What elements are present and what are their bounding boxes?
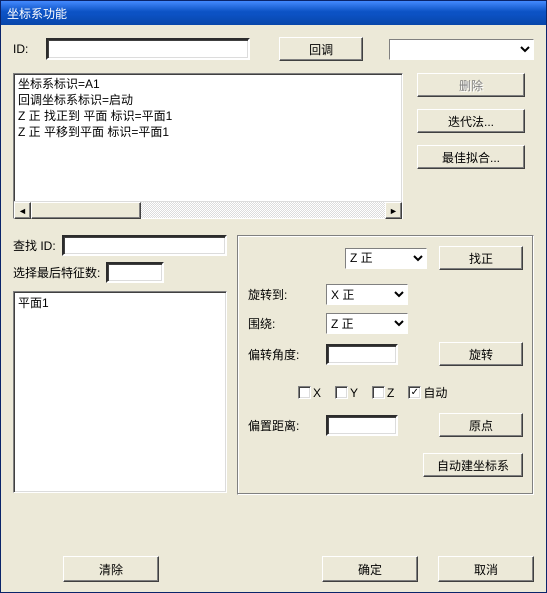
cb-x[interactable]: X — [298, 386, 321, 400]
axis-groupbox: Z 正 找正 旋转到: X 正 围绕: Z — [237, 235, 534, 495]
iterate-button-label: 迭代法... — [448, 113, 494, 130]
find-id-input[interactable] — [62, 235, 227, 256]
recall-button[interactable]: 回调 — [279, 37, 363, 61]
rotate-button[interactable]: 旋转 — [439, 342, 523, 366]
cb-auto-label: 自动 — [423, 384, 447, 401]
cb-x-label: X — [313, 386, 321, 400]
feature-listbox[interactable]: 平面1 — [13, 291, 227, 493]
checkbox-icon — [335, 386, 348, 399]
last-feat-label: 选择最后特征数: — [13, 264, 100, 281]
autocs-button-label: 自动建坐标系 — [437, 457, 509, 474]
list-item[interactable]: 平面1 — [18, 294, 222, 311]
cb-y[interactable]: Y — [335, 386, 358, 400]
find-id-label: 查找 ID: — [13, 237, 56, 254]
bestfit-button[interactable]: 最佳拟合... — [417, 145, 525, 169]
id-input[interactable] — [46, 38, 250, 60]
delete-button-label: 删除 — [459, 77, 483, 94]
log-hscrollbar[interactable]: ◄ ► — [14, 201, 402, 218]
cb-z-label: Z — [387, 386, 394, 400]
cancel-button-label: 取消 — [474, 561, 498, 578]
autocs-button[interactable]: 自动建坐标系 — [423, 453, 523, 477]
iterate-button[interactable]: 迭代法... — [417, 109, 525, 133]
checkbox-checked-icon: ✓ — [408, 386, 421, 399]
ok-button-label: 确定 — [358, 561, 382, 578]
recall-button-label: 回调 — [309, 41, 333, 58]
last-feat-input[interactable] — [106, 262, 164, 283]
about-label: 围绕: — [248, 315, 318, 332]
delete-button: 删除 — [417, 73, 525, 97]
scroll-left-icon[interactable]: ◄ — [14, 202, 31, 219]
about-combo[interactable]: Z 正 — [326, 313, 408, 334]
id-label: ID: — [13, 42, 40, 56]
checkbox-icon — [298, 386, 311, 399]
offset-dist-input[interactable] — [326, 415, 398, 436]
cb-z[interactable]: Z — [372, 386, 394, 400]
scroll-thumb[interactable] — [31, 202, 141, 219]
cb-auto[interactable]: ✓ 自动 — [408, 384, 447, 401]
rotate-to-combo[interactable]: X 正 — [326, 284, 408, 305]
offset-angle-input[interactable] — [326, 344, 398, 365]
level-button[interactable]: 找正 — [439, 246, 523, 270]
origin-button-label: 原点 — [469, 417, 493, 434]
bestfit-button-label: 最佳拟合... — [442, 149, 500, 166]
scroll-right-icon[interactable]: ► — [385, 202, 402, 219]
offset-angle-label: 偏转角度: — [248, 346, 318, 363]
window-title: 坐标系功能 — [7, 5, 67, 22]
offset-dist-label: 偏置距离: — [248, 417, 318, 434]
rotate-button-label: 旋转 — [469, 346, 493, 363]
clear-button-label: 清除 — [99, 561, 123, 578]
rotate-to-label: 旋转到: — [248, 286, 318, 303]
axis1-combo[interactable]: Z 正 — [345, 248, 427, 269]
checkbox-icon — [372, 386, 385, 399]
top-combo[interactable] — [389, 39, 534, 60]
clear-button[interactable]: 清除 — [63, 556, 159, 582]
scroll-track[interactable] — [141, 202, 385, 218]
ok-button[interactable]: 确定 — [322, 556, 418, 582]
log-content: 坐标系标识=A1 回调坐标系标识=启动 Z 正 找正到 平面 标识=平面1 Z … — [14, 74, 402, 201]
cb-y-label: Y — [350, 386, 358, 400]
origin-button[interactable]: 原点 — [439, 413, 523, 437]
log-box[interactable]: 坐标系标识=A1 回调坐标系标识=启动 Z 正 找正到 平面 标识=平面1 Z … — [13, 73, 403, 219]
client-area: ID: 回调 坐标系标识=A1 回调坐标系标识=启动 Z 正 找正到 平面 标识… — [1, 25, 546, 592]
level-button-label: 找正 — [469, 250, 493, 267]
window: 坐标系功能 ID: 回调 坐标系标识=A1 回调坐标系标识=启动 Z 正 找正到… — [0, 0, 547, 593]
cancel-button[interactable]: 取消 — [438, 556, 534, 582]
titlebar[interactable]: 坐标系功能 — [1, 1, 546, 25]
